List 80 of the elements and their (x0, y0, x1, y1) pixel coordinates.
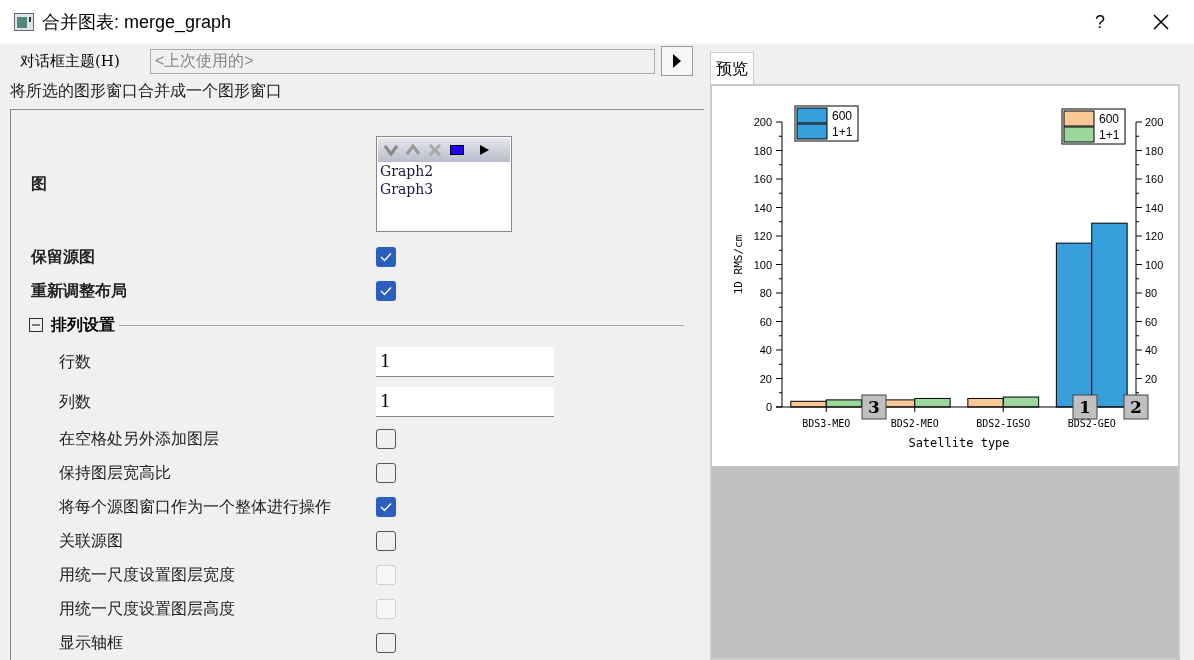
setting-label: 图 (30, 174, 48, 194)
bar (967, 397, 1004, 408)
description-text: 将所选的图形窗口合并成一个图形窗口 (10, 80, 282, 101)
play-icon (672, 53, 682, 70)
setting-label: 行数 (58, 352, 92, 372)
bar (825, 399, 863, 408)
layer-badge[interactable]: 3 (861, 394, 887, 420)
tick-label: 160 (1145, 173, 1164, 185)
legend-label: 600 (1099, 112, 1120, 126)
tick-label: 20 (1145, 372, 1158, 385)
app-icon (14, 13, 34, 31)
setting-label: 保留源图 (29, 247, 96, 267)
legend (794, 105, 859, 142)
tick-label: 60 (759, 315, 772, 328)
input-field[interactable]: 1 (376, 347, 554, 377)
bar (1002, 396, 1040, 408)
setting-label: 在空格处另外添加图层 (58, 429, 220, 449)
help-button[interactable]: ? (1095, 8, 1105, 36)
section-header: 排列设置 (51, 315, 115, 335)
play-icon[interactable] (478, 144, 490, 156)
axis-title: Satellite type (908, 436, 1010, 450)
tick-label: 100 (753, 258, 772, 271)
tick-label: 20 (759, 372, 772, 385)
tick-label: 60 (1145, 315, 1158, 328)
checkbox[interactable] (376, 281, 396, 301)
check-icon (380, 252, 392, 262)
checkbox[interactable] (376, 463, 396, 483)
preview-tab[interactable]: 预览 (710, 52, 754, 84)
setting-label: 列数 (58, 392, 92, 412)
setting-label: 将每个源图窗口作为一个整体进行操作 (58, 497, 332, 517)
tick-label: 40 (759, 344, 772, 356)
collapse-icon[interactable] (29, 318, 43, 332)
legend (1061, 108, 1126, 145)
checkbox[interactable] (376, 497, 396, 517)
category-label: BDS3-MEO (802, 418, 851, 429)
bar (914, 397, 951, 408)
list-item[interactable]: Graph3 (380, 180, 510, 198)
tick-label: 200 (753, 116, 772, 128)
tick-label: 80 (1145, 287, 1158, 299)
checkbox[interactable] (376, 247, 396, 267)
tick-label: 180 (1145, 144, 1164, 157)
tick-label: 120 (753, 230, 772, 242)
checkbox[interactable] (376, 429, 396, 449)
setting-label: 关联源图 (58, 531, 124, 551)
setting-label: 用统一尺度设置图层宽度 (58, 565, 236, 585)
category-label: BDS2-GEO (1067, 418, 1116, 429)
category-label: BDS2-IGSO (976, 418, 1031, 429)
category-label: BDS2-MEO (890, 418, 939, 429)
setting-label: 用统一尺度设置图层高度 (58, 599, 236, 619)
tick-label: 120 (1145, 230, 1164, 242)
theme-menu-button[interactable] (661, 46, 693, 77)
tick-label: 180 (753, 144, 772, 157)
setting-label: 保持图层宽高比 (58, 463, 172, 483)
checkbox[interactable] (376, 633, 396, 653)
input-field[interactable]: 1 (376, 387, 554, 417)
tick-label: 80 (759, 287, 772, 299)
check-icon (380, 502, 392, 512)
legend-label: 1+1 (1099, 128, 1120, 142)
tick-label: 140 (753, 201, 772, 214)
color-swatch-icon[interactable] (450, 145, 464, 155)
axis-title: 1D RMS/cm (732, 234, 745, 295)
window-title: 合并图表: merge_graph (42, 10, 232, 35)
tick-label: 100 (1145, 258, 1164, 271)
setting-label: 显示轴框 (58, 633, 124, 653)
tick-label: 40 (1145, 344, 1158, 356)
legend-label: 600 (832, 109, 853, 123)
theme-label: 对话框主题(H) (20, 50, 121, 72)
tick-label: 160 (753, 173, 772, 185)
layer-badge[interactable]: 1 (1072, 394, 1098, 420)
check-icon (380, 286, 392, 296)
setting-label: 重新调整布局 (30, 281, 128, 301)
tick-label: 0 (765, 401, 772, 413)
tick-label: 200 (1145, 116, 1164, 128)
list-item[interactable]: Graph2 (380, 162, 510, 180)
legend-label: 1+1 (832, 125, 853, 139)
layer-badge[interactable]: 2 (1123, 394, 1149, 420)
tick-label: 140 (1145, 201, 1164, 214)
down-chevron-icon[interactable] (384, 144, 398, 156)
checkbox[interactable] (376, 531, 396, 551)
close-icon[interactable] (1153, 14, 1169, 30)
